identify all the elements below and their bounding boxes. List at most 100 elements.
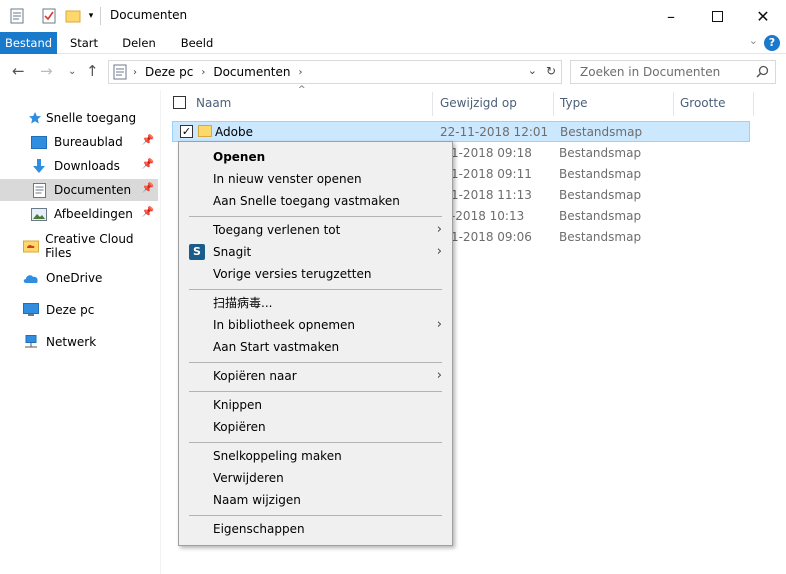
sidebar-item-label: Creative Cloud Files bbox=[45, 232, 134, 260]
title-divider bbox=[100, 7, 101, 25]
sidebar-item-quick-access[interactable]: Snelle toegang bbox=[0, 107, 158, 129]
menu-item-open[interactable]: Openen bbox=[179, 146, 452, 168]
menu-separator bbox=[189, 515, 442, 516]
submenu-arrow-icon: › bbox=[436, 222, 442, 237]
back-arrow-icon[interactable]: ← bbox=[12, 62, 25, 80]
submenu-arrow-icon: › bbox=[436, 317, 442, 332]
menu-item-pin-quick-access[interactable]: Aan Snelle toegang vastmaken bbox=[179, 190, 452, 212]
sidebar-item-creative-cloud[interactable]: Creative Cloud Files bbox=[0, 232, 158, 260]
menu-item-properties[interactable]: Eigenschappen bbox=[179, 518, 452, 540]
menu-item-create-shortcut[interactable]: Snelkoppeling maken bbox=[179, 445, 452, 467]
context-menu: Openen In nieuw venster openen Aan Snell… bbox=[178, 141, 453, 546]
menu-item-cut[interactable]: Knippen bbox=[179, 394, 452, 416]
tab-share[interactable]: Delen bbox=[116, 32, 162, 54]
cloud-icon bbox=[22, 270, 40, 286]
maximize-button[interactable] bbox=[694, 0, 740, 32]
breadcrumb-this-pc[interactable]: Deze pc bbox=[145, 65, 193, 79]
column-header-type[interactable]: Type bbox=[554, 92, 674, 116]
pin-icon[interactable]: 📌 bbox=[142, 135, 154, 146]
row-type: Bestandsmap bbox=[559, 146, 642, 160]
checklist-icon[interactable] bbox=[40, 6, 58, 26]
up-arrow-icon[interactable]: ↑ bbox=[86, 62, 99, 80]
column-header-date-modified[interactable]: Gewijzigd op bbox=[434, 92, 554, 116]
breadcrumb-documents[interactable]: Documenten bbox=[213, 65, 290, 79]
row-type: Bestandsmap bbox=[559, 167, 642, 181]
row-type: Bestandsmap bbox=[559, 188, 642, 202]
pin-icon[interactable]: 📌 bbox=[142, 183, 154, 194]
folder-icon bbox=[198, 125, 212, 137]
breadcrumb: › Deze pc › Documenten › bbox=[133, 65, 303, 79]
row-type: Bestandsmap bbox=[560, 125, 643, 139]
column-header-size[interactable]: Grootte bbox=[674, 92, 754, 116]
submenu-arrow-icon: › bbox=[436, 368, 442, 383]
address-bar[interactable]: › Deze pc › Documenten › ⌄ ↻ bbox=[108, 60, 562, 84]
download-arrow-icon bbox=[30, 158, 48, 174]
menu-item-pin-start[interactable]: Aan Start vastmaken bbox=[179, 336, 452, 358]
pin-icon[interactable]: 📌 bbox=[142, 207, 154, 218]
menu-item-scan-virus[interactable]: 扫描病毒... bbox=[179, 292, 452, 314]
snagit-icon: S bbox=[189, 244, 205, 260]
row-checkbox[interactable]: ✓ bbox=[180, 125, 193, 138]
menu-item-rename[interactable]: Naam wijzigen bbox=[179, 489, 452, 511]
help-icon[interactable]: ? bbox=[764, 35, 780, 51]
menu-separator bbox=[189, 391, 442, 392]
table-row[interactable]: ✓ Adobe 22-11-2018 12:01 Bestandsmap bbox=[172, 121, 750, 142]
tab-file[interactable]: Bestand bbox=[0, 32, 57, 54]
menu-item-send-to[interactable]: Kopiëren naar › bbox=[179, 365, 452, 387]
sidebar-item-documents[interactable]: Documenten 📌 bbox=[0, 179, 158, 201]
tab-view[interactable]: Beeld bbox=[174, 32, 220, 54]
menu-separator bbox=[189, 216, 442, 217]
menu-item-open-new-window[interactable]: In nieuw venster openen bbox=[179, 168, 452, 190]
breadcrumb-chevron-icon[interactable]: › bbox=[133, 67, 137, 78]
tab-home[interactable]: Start bbox=[62, 32, 106, 54]
title-bar: ▾ Documenten – ✕ bbox=[0, 0, 786, 32]
pane-divider[interactable] bbox=[160, 90, 161, 574]
menu-item-include-library[interactable]: In bibliotheek opnemen › bbox=[179, 314, 452, 336]
menu-item-restore-previous-versions[interactable]: Vorige versies terugzetten bbox=[179, 263, 452, 285]
sidebar-item-this-pc[interactable]: Deze pc bbox=[0, 299, 158, 321]
network-icon bbox=[22, 334, 40, 350]
select-all-checkbox[interactable] bbox=[173, 96, 186, 109]
breadcrumb-chevron-icon[interactable]: › bbox=[201, 67, 205, 78]
close-button[interactable]: ✕ bbox=[740, 0, 786, 32]
pin-icon[interactable]: 📌 bbox=[142, 159, 154, 170]
documents-icon bbox=[30, 182, 48, 198]
customize-toolbar-dropdown-icon[interactable]: ▾ bbox=[86, 6, 96, 26]
submenu-arrow-icon: › bbox=[436, 244, 442, 259]
recent-locations-icon[interactable]: ⌄ bbox=[68, 66, 76, 77]
search-icon[interactable] bbox=[756, 65, 769, 81]
menu-item-label: In bibliotheek opnemen bbox=[213, 318, 356, 332]
pictures-icon bbox=[30, 206, 48, 222]
forward-arrow-icon[interactable]: → bbox=[40, 62, 53, 80]
minimize-button[interactable]: – bbox=[648, 0, 694, 32]
sidebar-item-label: OneDrive bbox=[46, 271, 103, 285]
sidebar-item-downloads[interactable]: Downloads 📌 bbox=[0, 155, 158, 177]
menu-item-copy[interactable]: Kopiëren bbox=[179, 416, 452, 438]
menu-separator bbox=[189, 289, 442, 290]
address-dropdown-icon[interactable]: ⌄ bbox=[528, 64, 537, 77]
sidebar-item-onedrive[interactable]: OneDrive bbox=[0, 267, 158, 289]
sidebar-item-label: Afbeeldingen bbox=[54, 207, 133, 221]
column-header-name[interactable]: Naam bbox=[190, 92, 433, 116]
refresh-icon[interactable]: ↻ bbox=[546, 64, 556, 78]
menu-item-snagit[interactable]: S Snagit › bbox=[179, 241, 452, 263]
sidebar-item-network[interactable]: Netwerk bbox=[0, 331, 158, 353]
new-folder-icon[interactable] bbox=[64, 6, 82, 26]
properties-icon[interactable] bbox=[8, 6, 26, 26]
navigation-pane: Snelle toegang Bureaublad 📌 Downloads 📌 … bbox=[0, 90, 160, 574]
menu-separator bbox=[189, 362, 442, 363]
menu-item-delete[interactable]: Verwijderen bbox=[179, 467, 452, 489]
ribbon-collapse-icon[interactable]: ⌄ bbox=[749, 34, 758, 47]
breadcrumb-chevron-icon[interactable]: › bbox=[299, 67, 303, 78]
computer-icon bbox=[22, 302, 40, 318]
ribbon: Bestand Start Delen Beeld ⌄ ? bbox=[0, 32, 786, 54]
sidebar-item-desktop[interactable]: Bureaublad 📌 bbox=[0, 131, 158, 153]
search-box[interactable]: Zoeken in Documenten bbox=[570, 60, 776, 84]
menu-item-give-access[interactable]: Toegang verlenen tot › bbox=[179, 219, 452, 241]
search-input[interactable]: Zoeken in Documenten bbox=[580, 65, 720, 79]
sidebar-item-label: Documenten bbox=[54, 183, 132, 197]
row-name: Adobe bbox=[215, 125, 253, 139]
sidebar-item-pictures[interactable]: Afbeeldingen 📌 bbox=[0, 203, 158, 225]
sidebar-item-label: Snelle toegang bbox=[46, 111, 137, 125]
creative-cloud-icon bbox=[22, 238, 39, 254]
